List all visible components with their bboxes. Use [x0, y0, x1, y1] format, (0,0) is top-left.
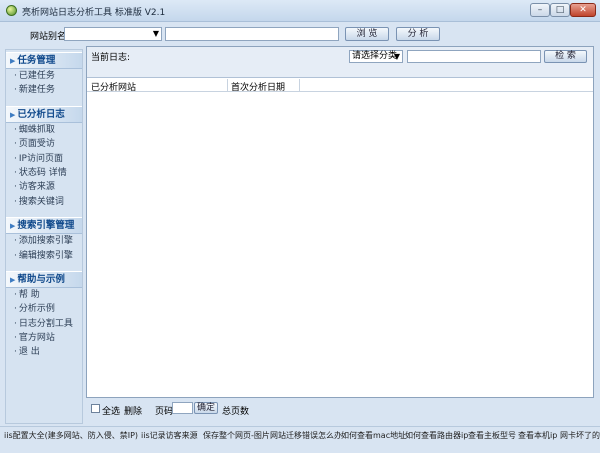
sidebar-item-label: 退 出 [18, 347, 40, 358]
footer-link[interactable]: 如何查看路由器ip [405, 430, 468, 441]
footer-link[interactable]: 保存整个网页-图片 [203, 430, 270, 441]
search-button[interactable]: 检 索 [544, 50, 587, 63]
select-all-label[interactable]: 全选 [102, 404, 120, 417]
browse-button[interactable]: 浏 览 [345, 27, 389, 41]
sidebar-item-label: 帮 助 [18, 289, 40, 300]
sidebar-item-label: 访客来源 [18, 182, 55, 193]
footer-link[interactable]: iis记录访客来源 [141, 430, 198, 441]
category-select-value: 请选择分类 [352, 51, 398, 61]
footer-link[interactable]: 网站迁移错误怎么办 [270, 430, 342, 441]
footer-link[interactable]: 查看本机ip [518, 430, 557, 441]
triangle-icon: ▶ [10, 110, 16, 119]
sidebar-item-label: 搜索关键词 [18, 196, 64, 207]
sidebar-item-search-keywords[interactable]: · 搜索关键词 [6, 195, 82, 209]
sidebar-item-official-site[interactable]: · 官方网站 [6, 331, 82, 345]
footer-link[interactable]: 如何查看mac地址 [341, 430, 406, 441]
sidebar-item-label: 编辑搜索引擎 [18, 250, 73, 261]
sidebar-item-status-codes[interactable]: · 状态码 详情 [6, 166, 82, 180]
search-input[interactable] [407, 50, 541, 63]
sidebar-section-title: 任务管理 [17, 55, 56, 66]
page-number-input[interactable] [172, 402, 193, 414]
sidebar-item-label: 页面受访 [18, 139, 55, 150]
sidebar-item-label: 分析示例 [18, 304, 55, 315]
page-label: 页码 [155, 407, 174, 417]
sidebar-item-label: 状态码 详情 [18, 167, 67, 178]
total-pages-label: 总页数 [222, 407, 250, 417]
chevron-down-icon: ▼ [393, 52, 400, 61]
confirm-page-button[interactable]: 确定 [194, 402, 218, 414]
sidebar-item-exit[interactable]: · 退 出 [6, 345, 82, 359]
maximize-button[interactable]: □ [550, 3, 570, 17]
sidebar-item-label: 已建任务 [18, 71, 55, 81]
column-divider[interactable] [227, 79, 228, 91]
triangle-icon: ▶ [10, 222, 16, 231]
sidebar-section-title: 帮助与示例 [17, 273, 65, 285]
sidebar-item-help[interactable]: · 帮 助 [6, 288, 82, 302]
top-toolbar: 网站别名: ▼ 浏 览 分 析 [0, 22, 600, 46]
sidebar-item-ip-pages[interactable]: · IP访问页面 [6, 152, 82, 166]
sidebar-item-label: 日志分割工具 [18, 318, 73, 329]
main-panel: 当前日志: 请选择分类 ▼ 检 索 已分析网站 首次分析日期 [86, 46, 594, 398]
sidebar-item-existing-tasks[interactable]: · 已建任务 [6, 69, 82, 83]
pager-bar: 全选 删除 页码 确定 总页数 [86, 398, 594, 420]
footer-link[interactable]: 网卡坏了的 [560, 430, 600, 441]
sidebar-section-search-engines[interactable]: ▶ 搜索引擎管理 [6, 217, 82, 235]
log-path-input[interactable] [165, 27, 339, 41]
chevron-down-icon: ▼ [152, 29, 159, 38]
select-all-checkbox[interactable] [91, 404, 100, 413]
sidebar-section-help[interactable]: ▶ 帮助与示例 [6, 270, 82, 288]
sidebar-item-visitor-sources[interactable]: · 访客来源 [6, 180, 82, 194]
footer-link[interactable]: iis配置大全(建多网站、防入侵、禁IP) [4, 430, 138, 441]
current-log-label: 当前日志: [91, 53, 131, 63]
main-header: 当前日志: 请选择分类 ▼ 检 索 [87, 47, 593, 78]
triangle-icon: ▶ [10, 57, 16, 65]
column-divider[interactable] [299, 79, 300, 91]
sidebar-item-label: 添加搜索引擎 [18, 236, 73, 247]
sidebar-item-label: 官方网站 [18, 333, 55, 344]
sidebar-item-page-visits[interactable]: · 页面受访 [6, 137, 82, 151]
window-title: 亮析网站日志分析工具 标准版 V2.1 [22, 8, 166, 18]
minimize-button[interactable]: – [530, 3, 550, 17]
delete-link[interactable]: 删除 [124, 404, 142, 417]
column-header-first-date[interactable]: 首次分析日期 [231, 80, 285, 93]
sidebar-item-new-task[interactable]: · 新建任务 [6, 83, 82, 97]
sidebar-item-edit-engine[interactable]: · 编辑搜索引擎 [6, 249, 82, 263]
footer-links: iis配置大全(建多网站、防入侵、禁IP) iis记录访客来源 保存整个网页-图… [0, 426, 600, 441]
analyze-button[interactable]: 分 析 [396, 27, 440, 41]
category-select[interactable]: 请选择分类 ▼ [349, 50, 403, 63]
sidebar-item-label: 新建任务 [18, 85, 55, 96]
table-header: 已分析网站 首次分析日期 [87, 79, 593, 93]
sidebar-item-label: IP访问页面 [18, 153, 63, 164]
sidebar: ▶ 任务管理 · 已建任务 · 新建任务 ▶ 已分析日志 · 蜘蛛抓取 · 页面受访 · IP… [5, 49, 83, 424]
triangle-icon: ▶ [10, 275, 16, 284]
column-header-site[interactable]: 已分析网站 [91, 80, 136, 93]
sidebar-section-analyzed-logs[interactable]: ▶ 已分析日志 [6, 105, 82, 123]
app-logo-icon [6, 5, 17, 16]
sidebar-item-add-engine[interactable]: · 添加搜索引擎 [6, 234, 82, 248]
close-button[interactable]: ✕ [570, 3, 596, 17]
sidebar-item-examples[interactable]: · 分析示例 [6, 302, 82, 316]
sidebar-item-label: 蜘蛛抓取 [18, 124, 55, 135]
site-alias-select[interactable]: ▼ [64, 27, 162, 41]
sidebar-item-spider-crawl[interactable]: · 蜘蛛抓取 [6, 123, 82, 137]
footer-link[interactable]: 查看主板型号 [468, 430, 516, 441]
sidebar-section-task-management[interactable]: ▶ 任务管理 [6, 52, 82, 69]
sidebar-section-title: 已分析日志 [17, 108, 65, 120]
title-bar: 亮析网站日志分析工具 标准版 V2.1 – □ ✕ [0, 0, 600, 22]
sidebar-section-title: 搜索引擎管理 [17, 220, 75, 232]
status-bar [0, 441, 600, 453]
sidebar-item-log-split-tool[interactable]: · 日志分割工具 [6, 317, 82, 331]
